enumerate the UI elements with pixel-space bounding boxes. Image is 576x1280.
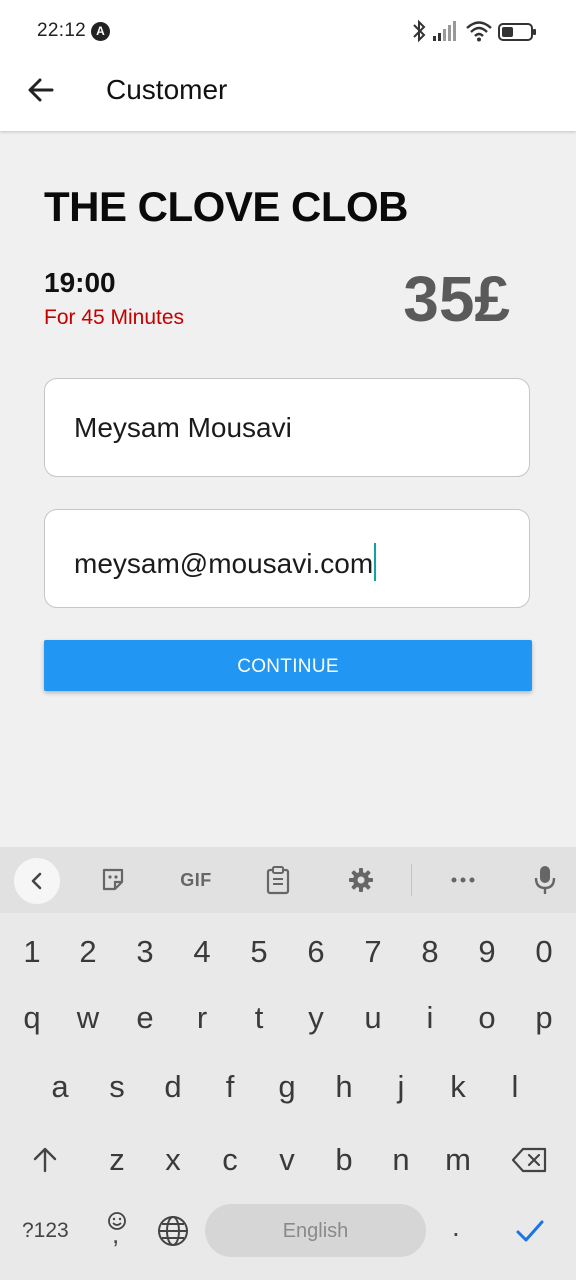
key-l[interactable]: l: [495, 1069, 535, 1105]
comma-key[interactable]: ,: [112, 1219, 119, 1250]
chevron-left-icon: [31, 872, 42, 890]
key-c[interactable]: c: [210, 1142, 250, 1178]
key-o[interactable]: o: [467, 1000, 507, 1036]
key-7[interactable]: 7: [353, 934, 393, 970]
key-p[interactable]: p: [524, 1000, 564, 1036]
name-field[interactable]: Meysam Mousavi: [44, 378, 530, 477]
email-field[interactable]: meysam@mousavi.com: [44, 509, 530, 608]
keyboard-toolbar: GIF: [0, 847, 576, 913]
gif-button[interactable]: GIF: [178, 863, 214, 897]
battery-icon: [498, 23, 536, 41]
venue-name: THE CLOVE CLOB: [44, 183, 409, 230]
clipboard-icon: [266, 866, 290, 895]
key-f[interactable]: f: [210, 1069, 250, 1105]
text-cursor: [374, 543, 377, 581]
sticker-icon: [102, 868, 124, 891]
status-time: 22:12: [37, 20, 87, 41]
checkmark-icon[interactable]: [514, 1217, 546, 1245]
voice-input-button[interactable]: [528, 863, 562, 897]
key-w[interactable]: w: [68, 1000, 108, 1036]
key-3[interactable]: 3: [125, 934, 165, 970]
key-0[interactable]: 0: [524, 934, 564, 970]
key-q[interactable]: q: [12, 1000, 52, 1036]
booking-duration: For 45 Minutes: [44, 306, 185, 329]
key-n[interactable]: n: [381, 1142, 421, 1178]
wifi-icon: [466, 21, 492, 42]
name-field-value: Meysam Mousavi: [74, 412, 292, 443]
key-x[interactable]: x: [153, 1142, 193, 1178]
clipboard-button[interactable]: [261, 863, 295, 897]
key-a[interactable]: a: [40, 1069, 80, 1105]
key-2[interactable]: 2: [68, 934, 108, 970]
key-9[interactable]: 9: [467, 934, 507, 970]
app-bar-title: Customer: [106, 74, 228, 105]
key-v[interactable]: v: [267, 1142, 307, 1178]
gif-label: GIF: [180, 869, 212, 890]
space-key[interactable]: English: [205, 1204, 426, 1257]
signal-icon: [433, 21, 456, 41]
booking-time: 19:00: [44, 267, 116, 298]
key-u[interactable]: u: [353, 1000, 393, 1036]
more-options-button[interactable]: [446, 863, 480, 897]
email-field-value: meysam@mousavi.com: [74, 548, 374, 579]
key-y[interactable]: y: [296, 1000, 336, 1036]
key-z[interactable]: z: [97, 1142, 137, 1178]
symbols-key[interactable]: ?123: [22, 1219, 69, 1243]
key-4[interactable]: 4: [182, 934, 222, 970]
key-i[interactable]: i: [410, 1000, 450, 1036]
key-1[interactable]: 1: [12, 934, 52, 970]
email-field-value-wrap: meysam@mousavi.com: [74, 543, 377, 581]
shift-arrow-icon[interactable]: [31, 1146, 59, 1174]
keyboard-settings-button[interactable]: [344, 863, 378, 897]
continue-button[interactable]: CONTINUE: [44, 640, 532, 691]
microphone-icon: [534, 866, 556, 894]
key-s[interactable]: s: [97, 1069, 137, 1105]
keyboard-collapse-button[interactable]: [14, 858, 60, 904]
key-e[interactable]: e: [125, 1000, 165, 1036]
period-key[interactable]: .: [452, 1211, 460, 1243]
key-m[interactable]: m: [438, 1142, 478, 1178]
back-arrow-icon[interactable]: [22, 71, 62, 111]
gear-icon: [349, 868, 373, 892]
key-g[interactable]: g: [267, 1069, 307, 1105]
backspace-icon[interactable]: [511, 1146, 549, 1174]
key-5[interactable]: 5: [239, 934, 279, 970]
key-8[interactable]: 8: [410, 934, 450, 970]
key-b[interactable]: b: [324, 1142, 364, 1178]
notification-badge-icon: A: [91, 22, 110, 41]
key-j[interactable]: j: [381, 1069, 421, 1105]
more-dots-icon: [451, 877, 475, 883]
key-d[interactable]: d: [153, 1069, 193, 1105]
key-r[interactable]: r: [182, 1000, 222, 1036]
bluetooth-icon: [413, 19, 426, 43]
key-k[interactable]: k: [438, 1069, 478, 1105]
key-6[interactable]: 6: [296, 934, 336, 970]
sticker-button[interactable]: [96, 863, 130, 897]
toolbar-divider: [411, 864, 412, 896]
globe-icon[interactable]: [157, 1215, 189, 1247]
key-h[interactable]: h: [324, 1069, 364, 1105]
booking-price: 35£: [403, 263, 510, 335]
key-t[interactable]: t: [239, 1000, 279, 1036]
